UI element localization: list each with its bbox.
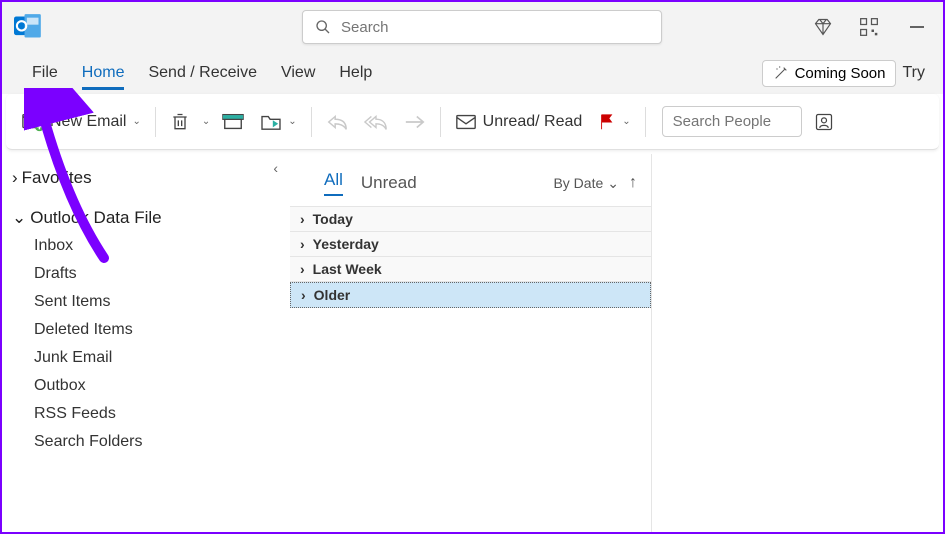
folder-deleted-items[interactable]: Deleted Items (10, 316, 282, 344)
unread-read-button[interactable]: Unread/ Read (447, 107, 591, 137)
reading-pane (652, 154, 943, 532)
menu-send-receive[interactable]: Send / Receive (136, 58, 269, 88)
reply-button[interactable] (318, 107, 356, 137)
flag-button[interactable]: ⌄ (590, 107, 638, 137)
folder-inbox[interactable]: Inbox (10, 232, 282, 260)
group-label: Today (313, 211, 353, 227)
folder-outbox[interactable]: Outbox (10, 372, 282, 400)
chevron-down-icon: ⌄ (288, 116, 296, 127)
unread-read-label: Unread/ Read (483, 113, 583, 131)
new-mail-icon (22, 112, 44, 132)
move-folder-icon (260, 113, 282, 131)
chevron-down-icon[interactable]: ⌄ (198, 116, 214, 127)
reply-icon (326, 113, 348, 131)
list-header: All Unread By Date ⌄ ↑ (290, 162, 651, 207)
envelope-icon (455, 113, 477, 131)
sort-label: By Date (553, 175, 603, 191)
qr-grid-icon[interactable] (859, 17, 879, 37)
separator (155, 107, 156, 137)
archive-icon (222, 113, 244, 131)
new-email-button[interactable]: New Email ⌄ (14, 106, 149, 138)
wand-icon (773, 65, 789, 81)
group-last-week[interactable]: › Last Week (290, 257, 651, 282)
group-label: Yesterday (313, 236, 379, 252)
search-icon (315, 19, 331, 35)
address-book-button[interactable] (806, 106, 842, 138)
contact-card-icon (814, 112, 834, 132)
chevron-right-icon: › (300, 211, 305, 227)
data-file-label: Outlook Data File (30, 208, 161, 228)
folder-search-folders[interactable]: Search Folders (10, 428, 282, 456)
favorites-label: Favorites (22, 168, 92, 188)
sort-direction-button[interactable]: ↑ (629, 174, 637, 192)
separator (311, 107, 312, 137)
chevron-down-icon: ⌄ (12, 208, 26, 228)
menu-home[interactable]: Home (70, 58, 137, 88)
separator (440, 107, 441, 137)
menu-help[interactable]: Help (327, 58, 384, 88)
chevron-right-icon: › (300, 236, 305, 252)
message-list-pane: All Unread By Date ⌄ ↑ › Today › Yesterday… (290, 154, 652, 532)
chevron-right-icon: › (12, 168, 18, 188)
menu-bar: File Home Send / Receive View Help Comin… (2, 52, 943, 94)
chevron-down-icon[interactable]: ⌄ (132, 116, 140, 127)
folder-sent-items[interactable]: Sent Items (10, 288, 282, 316)
reply-all-icon (364, 113, 388, 131)
global-search[interactable] (302, 10, 662, 44)
flag-icon (598, 113, 616, 131)
archive-button[interactable] (214, 107, 252, 137)
folder-sidebar: ‹ › Favorites ⌄ Outlook Data File Inbox … (2, 154, 290, 532)
sort-by-button[interactable]: By Date ⌄ (553, 175, 619, 192)
try-label[interactable]: Try (902, 64, 925, 82)
forward-icon (404, 115, 426, 129)
favorites-group[interactable]: › Favorites (10, 164, 282, 192)
minimize-button[interactable] (905, 15, 929, 39)
tab-all[interactable]: All (324, 170, 343, 196)
forward-button[interactable] (396, 109, 434, 135)
group-older[interactable]: › Older (290, 282, 651, 308)
group-label: Last Week (313, 261, 382, 277)
coming-soon-button[interactable]: Coming Soon (762, 60, 897, 87)
folder-rss-feeds[interactable]: RSS Feeds (10, 400, 282, 428)
coming-soon-label: Coming Soon (795, 65, 886, 82)
move-button[interactable]: ⌄ (252, 107, 304, 137)
chevron-down-icon: ⌄ (622, 116, 630, 127)
menu-view[interactable]: View (269, 58, 327, 88)
new-email-label: New Email (50, 113, 126, 131)
group-yesterday[interactable]: › Yesterday (290, 232, 651, 257)
collapse-sidebar-button[interactable]: ‹ (273, 160, 278, 176)
delete-button[interactable] (162, 106, 198, 138)
content-area: ‹ › Favorites ⌄ Outlook Data File Inbox … (2, 154, 943, 532)
tab-unread[interactable]: Unread (361, 173, 417, 193)
folder-junk-email[interactable]: Junk Email (10, 344, 282, 372)
search-input[interactable] (341, 19, 649, 36)
group-label: Older (314, 287, 351, 303)
folder-drafts[interactable]: Drafts (10, 260, 282, 288)
chevron-down-icon: ⌄ (607, 175, 619, 192)
outlook-app-icon (14, 13, 42, 41)
trash-icon (170, 112, 190, 132)
menu-file[interactable]: File (20, 58, 70, 88)
separator (645, 107, 646, 137)
group-today[interactable]: › Today (290, 207, 651, 232)
search-people-input[interactable] (662, 106, 802, 137)
ribbon-toolbar: New Email ⌄ ⌄ ⌄ Unread/ Read ⌄ (6, 94, 939, 150)
title-bar (2, 2, 943, 52)
reply-all-button[interactable] (356, 107, 396, 137)
premium-diamond-icon[interactable] (813, 17, 833, 37)
chevron-right-icon: › (301, 287, 306, 303)
data-file-group[interactable]: ⌄ Outlook Data File (10, 204, 282, 232)
chevron-right-icon: › (300, 261, 305, 277)
